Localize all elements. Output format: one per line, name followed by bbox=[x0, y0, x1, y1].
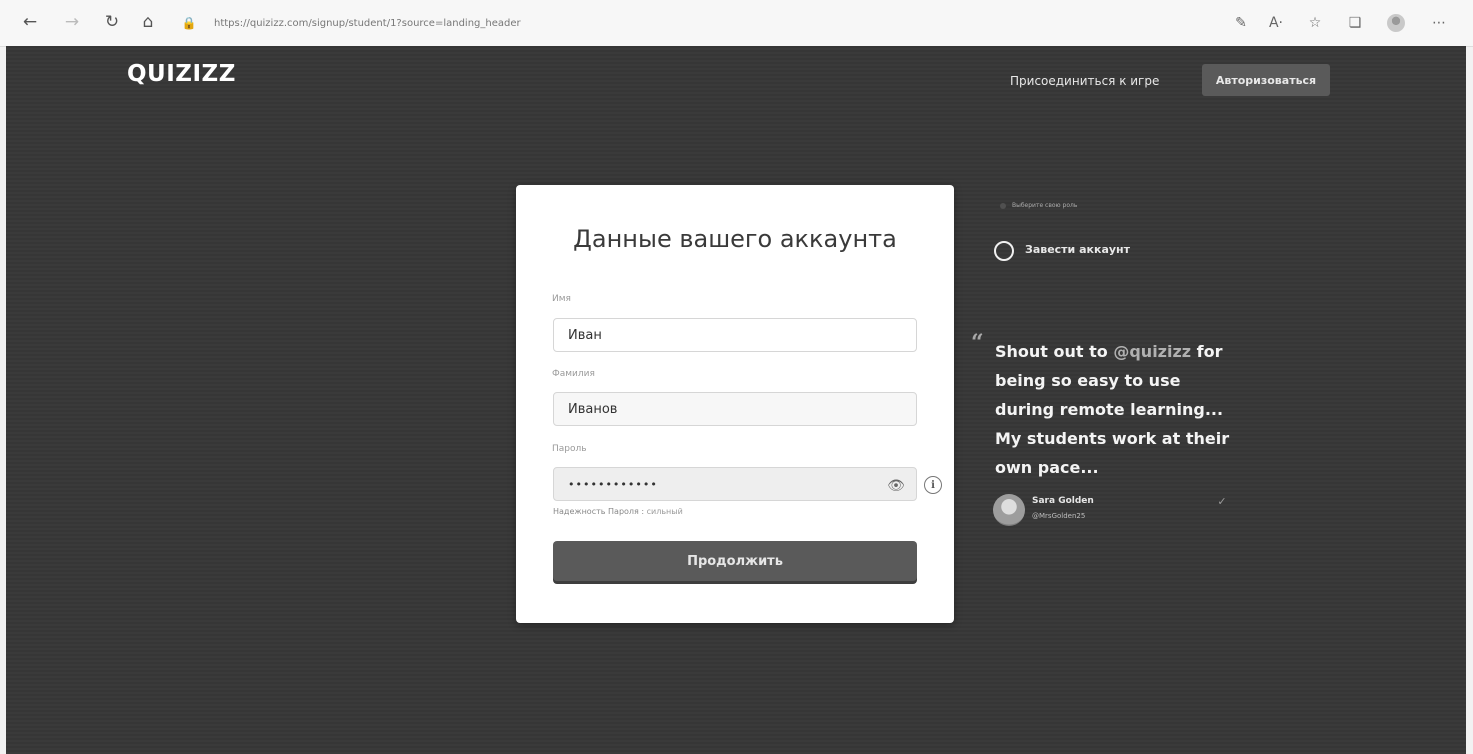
password-strength-label: Надежность Пароля : bbox=[553, 507, 645, 516]
quizizz-logo[interactable]: QUIZIZZ bbox=[127, 61, 236, 87]
first-name-field[interactable] bbox=[553, 318, 917, 352]
password-strength-value: сильный bbox=[646, 507, 683, 516]
quizizz-mention-link[interactable]: @quizizz bbox=[1113, 342, 1191, 361]
more-icon[interactable]: ⋯ bbox=[1428, 12, 1450, 34]
quote-mark-icon: “ bbox=[971, 330, 984, 356]
password-label: Пароль bbox=[552, 444, 587, 454]
step-choose-role-label: Выберите свою роль bbox=[1012, 202, 1078, 209]
profile-icon[interactable] bbox=[1385, 12, 1407, 34]
author-name: Sara Golden bbox=[1032, 496, 1094, 506]
quote-text-end: for being so easy to use during remote l… bbox=[995, 342, 1230, 477]
password-field[interactable] bbox=[553, 467, 917, 501]
quote-text-start: Shout out to bbox=[995, 342, 1108, 361]
step-create-account-label: Завести аккаунт bbox=[1025, 243, 1131, 256]
account-details-card: Данные вашего аккаунта Имя Фамилия Парол… bbox=[516, 185, 954, 623]
show-password-eye-icon[interactable]: 👁 bbox=[886, 476, 906, 496]
author-handle: @MrsGolden25 bbox=[1032, 512, 1086, 520]
step-circle-icon bbox=[994, 241, 1014, 261]
read-aloud-icon[interactable]: A· bbox=[1265, 12, 1287, 34]
join-game-link[interactable]: Присоединиться к игре bbox=[1010, 74, 1159, 88]
form-title: Данные вашего аккаунта bbox=[573, 225, 897, 253]
collections-icon[interactable]: ❏ bbox=[1344, 12, 1366, 34]
favorites-icon[interactable]: ☆ bbox=[1304, 12, 1326, 34]
info-icon[interactable]: i bbox=[924, 476, 942, 494]
password-strength: Надежность Пароля : сильный bbox=[553, 507, 683, 516]
last-name-field[interactable] bbox=[553, 392, 917, 426]
refresh-icon[interactable]: ↻ bbox=[100, 10, 124, 34]
lock-icon: 🔒 bbox=[181, 16, 197, 30]
login-button[interactable]: Авторизоваться bbox=[1202, 64, 1330, 96]
page-background: QUIZIZZ Присоединиться к игре Авторизова… bbox=[6, 46, 1466, 754]
testimonial-quote: Shout out to @quizizz for being so easy … bbox=[995, 337, 1245, 482]
first-name-label: Имя bbox=[552, 294, 571, 304]
last-name-label: Фамилия bbox=[552, 369, 595, 379]
step-choose-role: Выберите свою роль bbox=[1000, 202, 1077, 209]
forward-arrow-icon[interactable]: → bbox=[60, 10, 84, 34]
step-dot-icon bbox=[1000, 202, 1006, 209]
continue-button[interactable]: Продолжить bbox=[553, 541, 917, 581]
author-avatar bbox=[993, 494, 1025, 526]
url-text: https://quizizz.com/signup/student/1?sou… bbox=[214, 17, 521, 29]
browser-toolbar: ← → ↻ ⌂ 🔒 https://quizizz.com/signup/stu… bbox=[0, 0, 1473, 47]
pen-icon[interactable]: ✎ bbox=[1230, 12, 1252, 34]
back-arrow-icon[interactable]: ← bbox=[18, 10, 42, 34]
twitter-icon[interactable]: ✓ bbox=[1215, 496, 1229, 508]
address-bar[interactable]: 🔒 https://quizizz.com/signup/student/1?s… bbox=[180, 11, 1220, 35]
home-icon[interactable]: ⌂ bbox=[136, 10, 160, 34]
